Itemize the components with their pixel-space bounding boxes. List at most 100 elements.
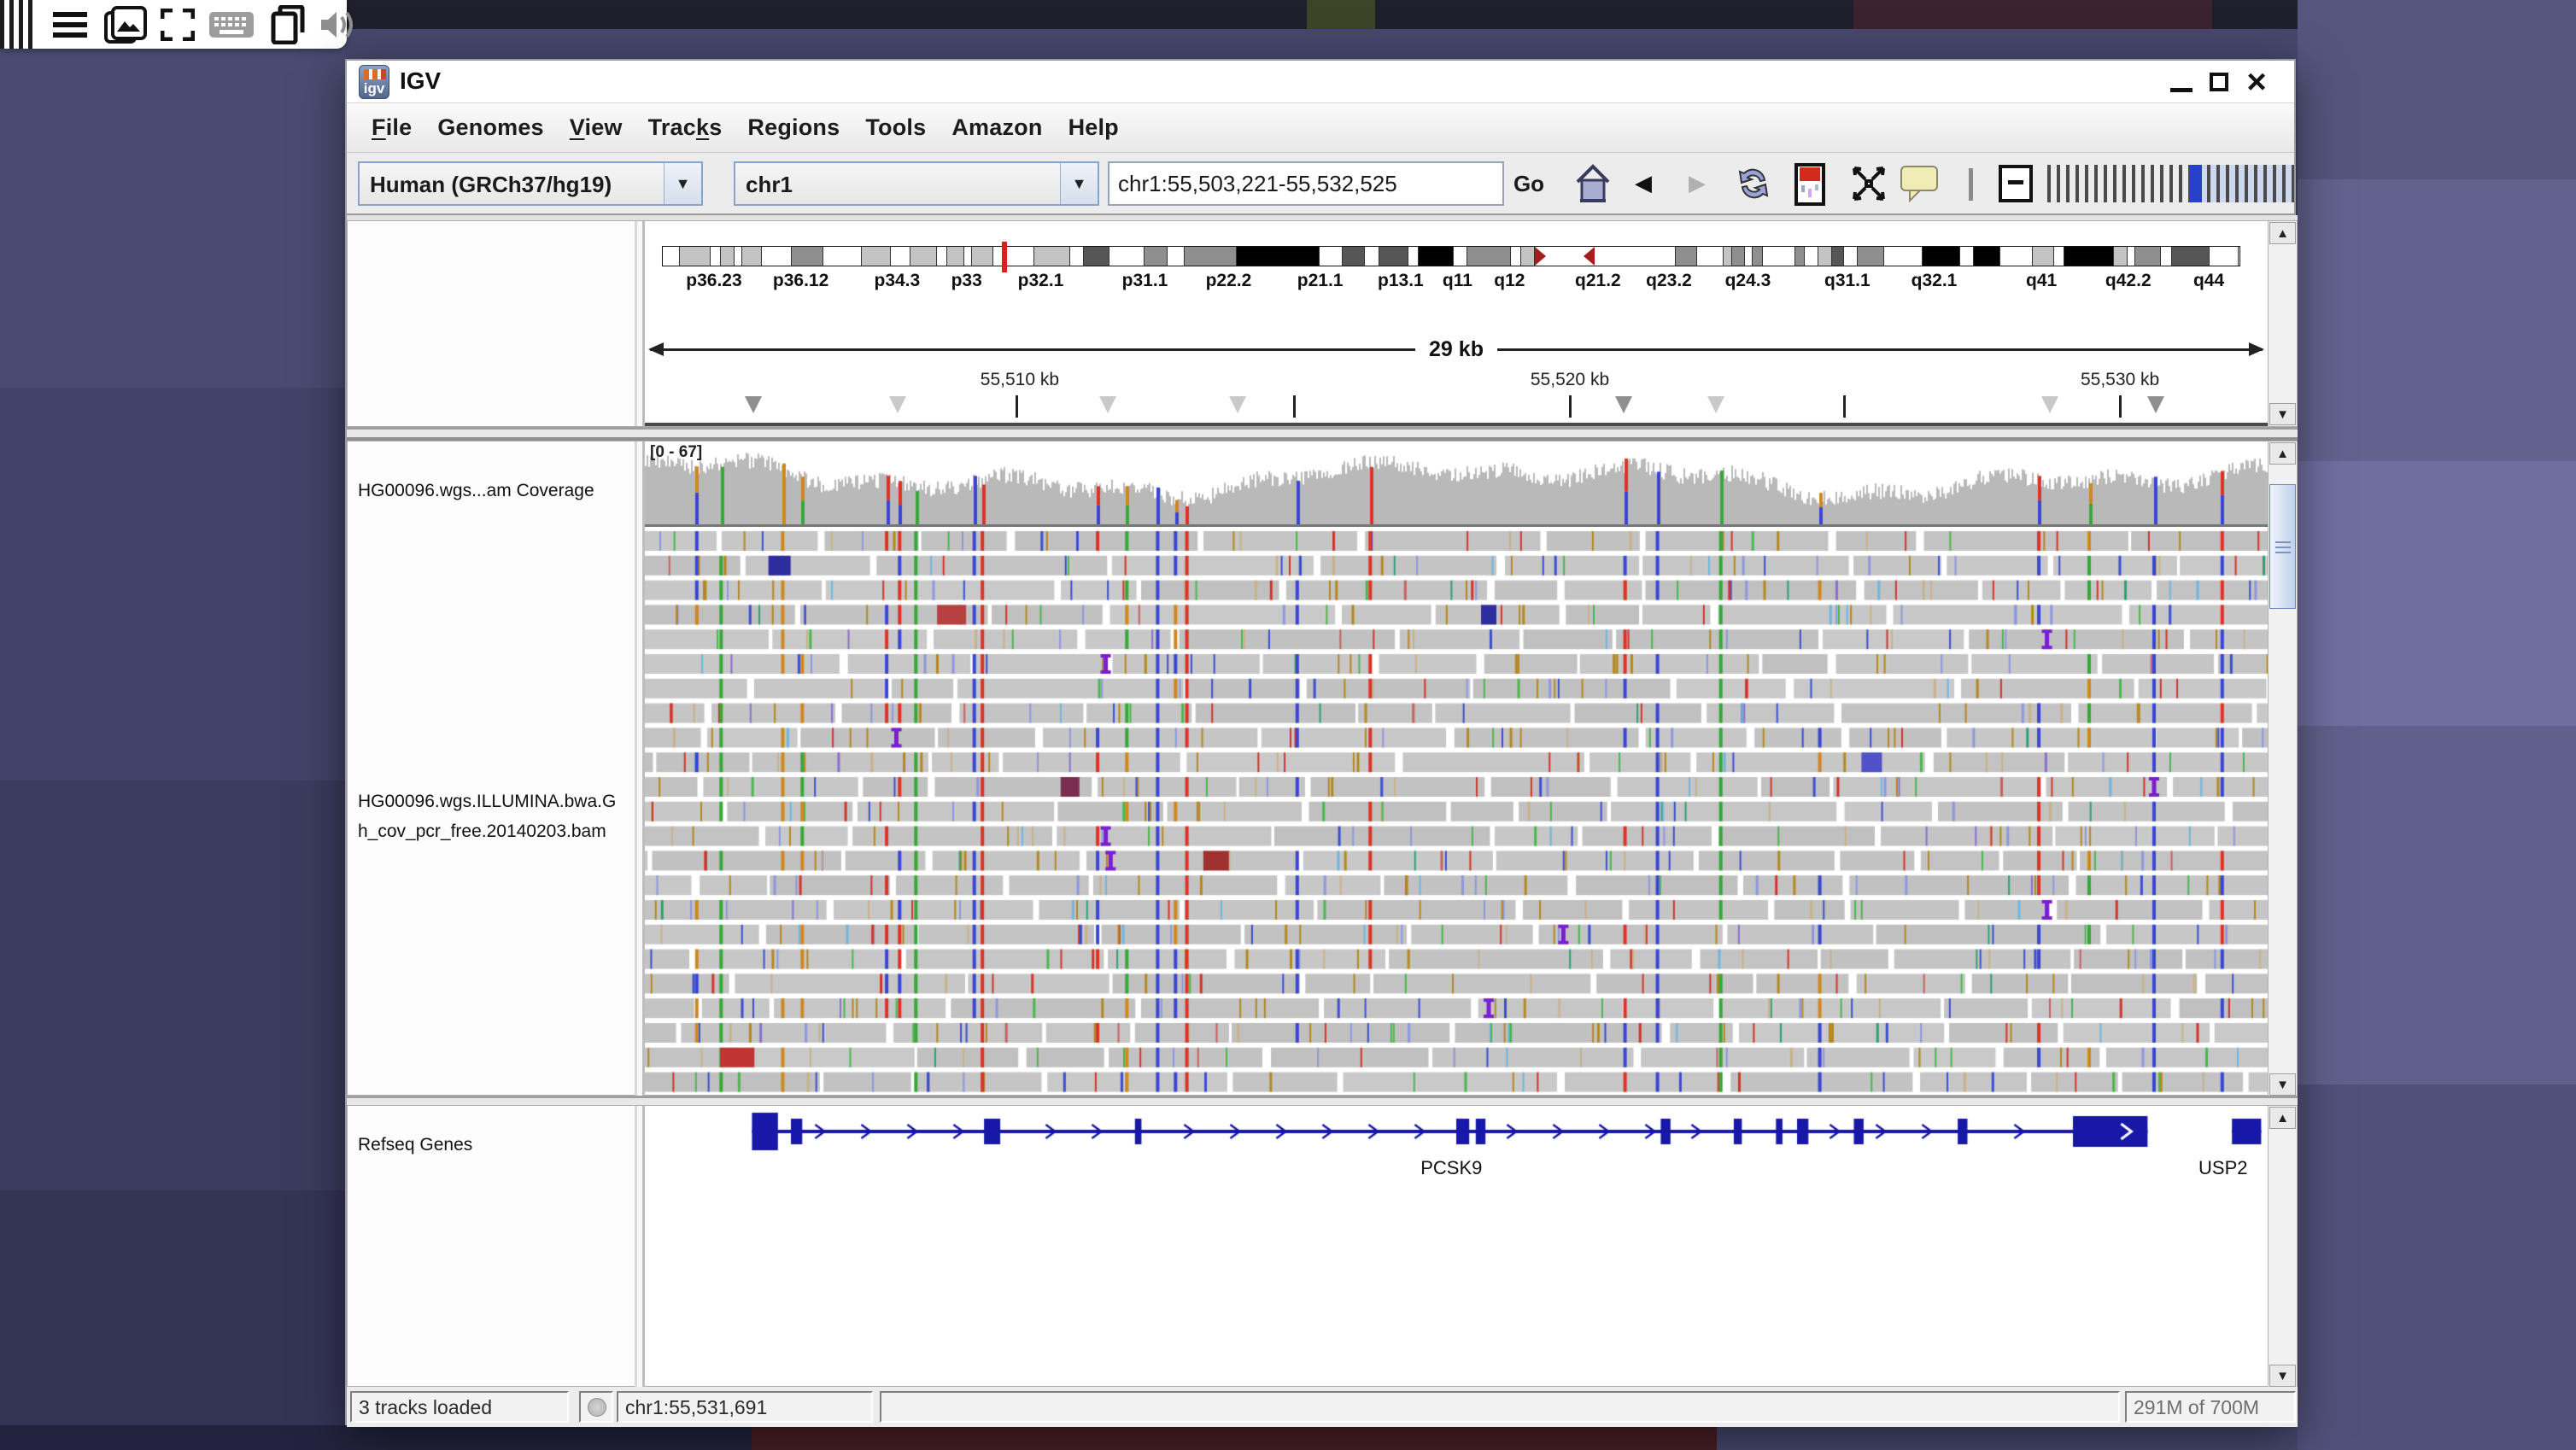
coverage-track[interactable]: [0 - 67] — [645, 441, 2268, 527]
toolbar-grip-handle[interactable] — [0, 0, 32, 49]
header-data-area[interactable]: p36.23p36.12p34.3p33p32.1p31.1p22.2p21.1… — [645, 221, 2268, 426]
refresh-icon[interactable] — [1732, 163, 1775, 204]
chevron-down-icon[interactable]: ▼ — [664, 163, 701, 204]
menu-bar: FileGenomesViewTracksRegionsToolsAmazonH… — [347, 103, 2294, 153]
zoom-out-button[interactable] — [1999, 165, 2033, 202]
region-marker-triangle — [745, 396, 762, 413]
fullscreen-icon[interactable] — [161, 9, 195, 41]
fit-to-window-icon[interactable] — [1851, 163, 1887, 204]
minimize-button[interactable] — [2164, 61, 2198, 103]
home-icon[interactable] — [1574, 163, 1612, 204]
scrollbar-thumb[interactable] — [2269, 484, 2296, 609]
chromosome-ideogram[interactable] — [662, 246, 2240, 266]
band-label: q23.2 — [1646, 271, 1692, 291]
forward-icon[interactable]: ▶ — [1689, 170, 1706, 196]
ideogram-band — [1454, 247, 1467, 266]
ruler-tick — [1016, 395, 1018, 418]
bg-patch — [1307, 0, 1375, 29]
band-label: q24.3 — [1725, 271, 1771, 291]
window-content: p36.23p36.12p34.3p33p32.1p31.1p22.2p21.1… — [347, 215, 2298, 1387]
scroll-down-icon[interactable]: ▼ — [2269, 1365, 2296, 1387]
go-button[interactable]: Go — [1507, 163, 1551, 204]
coverage-track-name[interactable]: HG00096.wgs...am Coverage — [358, 476, 594, 506]
ideogram-band — [1185, 247, 1237, 266]
feature-scrollbar[interactable]: ▲ ▼ — [2268, 1106, 2297, 1388]
chromosome-select[interactable]: chr1 ▼ — [734, 161, 1099, 206]
bg-patch — [2298, 726, 2576, 1085]
band-label: p13.1 — [1378, 271, 1424, 291]
ideogram-band — [680, 247, 711, 266]
genome-select[interactable]: Human (GRCh37/hg19) ▼ — [358, 161, 703, 206]
region-marker-triangle — [889, 396, 906, 413]
status-bar: 3 tracks loaded chr1:55,531,691 291M of … — [347, 1387, 2298, 1427]
region-marker-triangle — [2041, 396, 2058, 413]
panel-splitter[interactable] — [347, 427, 2298, 441]
chevron-down-icon[interactable]: ▼ — [1060, 163, 1098, 204]
ideogram-region-icon[interactable] — [1794, 163, 1825, 206]
ideogram-band — [1070, 247, 1084, 266]
header-scrollbar[interactable]: ▲ ▼ — [2268, 221, 2297, 426]
coverage-canvas[interactable] — [645, 441, 2268, 524]
scroll-up-icon[interactable]: ▲ — [2269, 222, 2296, 244]
ideogram-band — [1109, 247, 1145, 266]
menu-item-help[interactable]: Help — [1056, 114, 1132, 141]
gene-model-canvas[interactable] — [645, 1108, 2268, 1155]
zoom-slider-thumb[interactable] — [2190, 165, 2202, 202]
header-panel: p36.23p36.12p34.3p33p32.1p31.1p22.2p21.1… — [347, 220, 2298, 427]
ruler-tick — [1293, 395, 1296, 418]
menu-icon[interactable] — [51, 10, 89, 39]
ideogram-band — [1343, 247, 1366, 266]
menu-item-view[interactable]: View — [557, 114, 635, 141]
message-field — [880, 1391, 2120, 1423]
ideogram-band — [1753, 247, 1764, 266]
copy-icon[interactable] — [270, 5, 306, 44]
menu-item-tools[interactable]: Tools — [852, 114, 939, 141]
panel-divider[interactable] — [635, 1106, 645, 1388]
scroll-down-icon[interactable]: ▼ — [2269, 403, 2296, 425]
track-name-column: HG00096.wgs...am Coverage HG00096.wgs.IL… — [348, 441, 635, 1095]
status-indicator-field — [579, 1391, 613, 1423]
alignment-scrollbar[interactable]: ▲ ▼ — [2268, 441, 2297, 1096]
alignment-track-name-line2: h_cov_pcr_free.20140203.bam — [358, 816, 616, 846]
genome-select-value: Human (GRCh37/hg19) — [360, 163, 664, 204]
window-titlebar[interactable]: igv IGV × — [347, 61, 2294, 103]
panel-splitter[interactable] — [347, 1096, 2298, 1105]
menu-item-genomes[interactable]: Genomes — [424, 114, 556, 141]
speaker-icon[interactable] — [319, 9, 355, 41]
scroll-up-icon[interactable]: ▲ — [2269, 442, 2296, 465]
scroll-down-icon[interactable]: ▼ — [2269, 1073, 2296, 1096]
bg-patch — [2298, 461, 2576, 726]
menu-item-tracks[interactable]: Tracks — [635, 114, 735, 141]
band-label: q21.2 — [1575, 271, 1621, 291]
display-gallery-icon[interactable] — [104, 6, 147, 44]
memory-field: 291M of 700M — [2125, 1391, 2296, 1423]
back-icon[interactable]: ◀ — [1635, 170, 1652, 196]
region-marker-triangle — [1099, 396, 1116, 413]
zoom-slider[interactable] — [2041, 165, 2294, 202]
menu-item-file[interactable]: File — [359, 114, 424, 141]
panel-divider[interactable] — [635, 221, 645, 426]
header-name-column — [348, 221, 635, 426]
panel-divider[interactable] — [635, 441, 645, 1096]
menu-item-amazon[interactable]: Amazon — [939, 114, 1055, 141]
band-label: q41 — [2026, 271, 2057, 291]
feature-name-column: Refseq Genes — [348, 1106, 635, 1386]
refseq-track-name[interactable]: Refseq Genes — [358, 1130, 472, 1160]
region-marker-triangle — [1229, 396, 1246, 413]
alignment-data-area[interactable]: [0 - 67] — [645, 441, 2268, 1096]
refseq-data-area[interactable]: PCSK9USP2 — [645, 1106, 2268, 1388]
menu-item-regions[interactable]: Regions — [735, 114, 852, 141]
scroll-up-icon[interactable]: ▲ — [2269, 1107, 2296, 1129]
band-label: p22.2 — [1206, 271, 1252, 291]
ideogram-band — [937, 247, 948, 266]
close-button[interactable]: × — [2238, 61, 2275, 103]
keyboard-icon[interactable] — [208, 9, 255, 41]
ideogram-band — [1408, 247, 1420, 266]
maximize-button[interactable] — [2202, 61, 2236, 103]
locus-input[interactable] — [1108, 161, 1504, 206]
tooltip-bubble-icon[interactable] — [1900, 163, 1939, 204]
igv-app-icon: igv — [359, 65, 389, 99]
alignment-canvas[interactable] — [645, 529, 2268, 1096]
alignment-track-name[interactable]: HG00096.wgs.ILLUMINA.bwa.G h_cov_pcr_fre… — [358, 786, 616, 846]
ideogram-band — [1595, 247, 1676, 266]
